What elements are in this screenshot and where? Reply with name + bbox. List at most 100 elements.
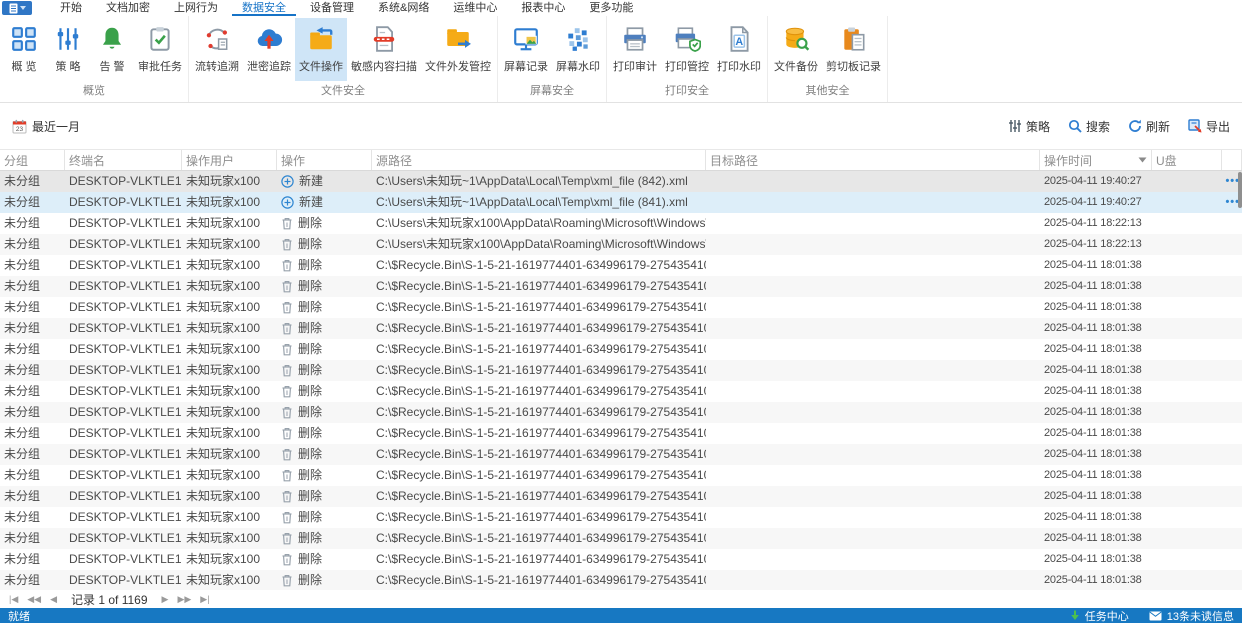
scrollbar-thumb[interactable]: [1238, 172, 1242, 208]
ribbon-item-file-ops[interactable]: 文件操作: [295, 18, 347, 81]
search-label: 搜索: [1085, 119, 1110, 134]
ribbon-item-content-scan[interactable]: 敏感内容扫描: [347, 18, 421, 81]
next-page-button[interactable]: ▶: [159, 590, 172, 608]
table-row[interactable]: 未分组 DESKTOP-VLKTLE1 未知玩家x100 删除 C:\$Recycle.…: [0, 465, 1242, 486]
table-row[interactable]: 未分组 DESKTOP-VLKTLE1 未知玩家x100 删除 C:\$Recycle.…: [0, 486, 1242, 507]
prev-page-button[interactable]: ◀: [47, 590, 60, 608]
column-header-0[interactable]: 分组: [0, 150, 65, 170]
tab-3[interactable]: 数据安全: [232, 0, 296, 16]
ribbon-item-approval-task[interactable]: 审批任务: [134, 18, 186, 81]
column-header-5[interactable]: 目标路径: [706, 150, 1040, 170]
tab-6[interactable]: 运维中心: [443, 0, 507, 16]
filter-bar: 23 最近一月 策略 搜索 刷新 导出: [0, 103, 1242, 149]
ribbon-item-alert[interactable]: 告 警: [90, 18, 134, 81]
table-row[interactable]: 未分组 DESKTOP-VLKTLE1 未知玩家x100 删除 C:\$Recycle.…: [0, 360, 1242, 381]
table-row[interactable]: 未分组 DESKTOP-VLKTLE1 未知玩家x100 删除 C:\$Recycle.…: [0, 381, 1242, 402]
tab-7[interactable]: 报表中心: [511, 0, 575, 16]
tab-4[interactable]: 设备管理: [300, 0, 364, 16]
cell-usb: [1152, 486, 1222, 507]
cell-target: [706, 381, 1040, 402]
table-row[interactable]: 未分组 DESKTOP-VLKTLE1 未知玩家x100 新建 C:\Users\未知玩…: [0, 171, 1242, 192]
fast-prev-button[interactable]: ◀◀: [24, 590, 44, 608]
table-row[interactable]: 未分组 DESKTOP-VLKTLE1 未知玩家x100 删除 C:\$Recycle.…: [0, 423, 1242, 444]
policy-filter-button[interactable]: 策略: [1008, 118, 1050, 135]
fast-next-button[interactable]: ▶▶: [174, 590, 194, 608]
tab-1[interactable]: 文档加密: [96, 0, 160, 16]
last-page-button[interactable]: ▶|: [197, 590, 212, 608]
cell-time: 2025-04-11 18:22:13: [1044, 238, 1142, 250]
ribbon-item-label: 屏幕记录: [504, 61, 548, 73]
table-row[interactable]: 未分组 DESKTOP-VLKTLE1 未知玩家x100 删除 C:\$Recycle.…: [0, 297, 1242, 318]
cell-usb: [1152, 339, 1222, 360]
new-plus-icon: [281, 196, 294, 209]
date-range-filter[interactable]: 23 最近一月: [12, 118, 80, 135]
app-menu-button[interactable]: [2, 1, 32, 15]
ribbon-item-print-control[interactable]: 打印管控: [661, 18, 713, 81]
ribbon-item-print-audit[interactable]: 打印审计: [609, 18, 661, 81]
column-header-3[interactable]: 操作: [277, 150, 372, 170]
table-row[interactable]: 未分组 DESKTOP-VLKTLE1 未知玩家x100 新建 C:\Users\未知玩…: [0, 192, 1242, 213]
ribbon-item-file-backup[interactable]: 文件备份: [770, 18, 822, 81]
ribbon-item-policy[interactable]: 策 略: [46, 18, 90, 81]
table-row[interactable]: 未分组 DESKTOP-VLKTLE1 未知玩家x100 删除 C:\$Recycle.…: [0, 444, 1242, 465]
table-row[interactable]: 未分组 DESKTOP-VLKTLE1 未知玩家x100 删除 C:\$Recycle.…: [0, 507, 1242, 528]
ribbon-item-file-send[interactable]: 文件外发管控: [421, 18, 495, 81]
cell-time: 2025-04-11 18:01:38: [1044, 553, 1142, 565]
cell-terminal: DESKTOP-VLKTLE1: [69, 531, 182, 545]
op-label: 新建: [299, 174, 324, 188]
cell-target: [706, 465, 1040, 486]
cell-terminal: DESKTOP-VLKTLE1: [69, 468, 182, 482]
table-row[interactable]: 未分组 DESKTOP-VLKTLE1 未知玩家x100 删除 C:\$Recycle.…: [0, 528, 1242, 549]
tab-5[interactable]: 系统&网络: [368, 0, 439, 16]
table-row[interactable]: 未分组 DESKTOP-VLKTLE1 未知玩家x100 删除 C:\$Recycle.…: [0, 549, 1242, 570]
cell-source: C:\Users\未知玩家x100\AppData\Roaming\Micros…: [376, 237, 706, 251]
column-header-1[interactable]: 终端名: [65, 150, 182, 170]
search-button[interactable]: 搜索: [1068, 118, 1110, 135]
table-row[interactable]: 未分组 DESKTOP-VLKTLE1 未知玩家x100 删除 C:\$Recycle.…: [0, 339, 1242, 360]
ribbon-item-screen-watermark[interactable]: 屏幕水印: [552, 18, 604, 81]
column-header-7[interactable]: U盘: [1152, 150, 1222, 170]
cell-user: 未知玩家x100: [186, 447, 261, 461]
cell-usb: [1152, 171, 1222, 192]
table-row[interactable]: 未分组 DESKTOP-VLKTLE1 未知玩家x100 删除 C:\Users\未知玩…: [0, 213, 1242, 234]
cell-usb: [1152, 549, 1222, 570]
alert-icon: [98, 22, 126, 56]
cell-group: 未分组: [4, 195, 41, 209]
column-header-2[interactable]: 操作用户: [182, 150, 277, 170]
table-row[interactable]: 未分组 DESKTOP-VLKTLE1 未知玩家x100 删除 C:\$Recycle.…: [0, 255, 1242, 276]
cell-target: [706, 276, 1040, 297]
tab-2[interactable]: 上网行为: [164, 0, 228, 16]
sort-caret-icon[interactable]: [1138, 157, 1147, 163]
delete-trash-icon: [281, 322, 293, 335]
column-header-4[interactable]: 源路径: [372, 150, 706, 170]
cell-user: 未知玩家x100: [186, 573, 261, 587]
task-center-button[interactable]: 任务中心: [1070, 608, 1129, 623]
first-page-button[interactable]: |◀: [6, 590, 21, 608]
column-header-6[interactable]: 操作时间: [1040, 150, 1152, 170]
table-row[interactable]: 未分组 DESKTOP-VLKTLE1 未知玩家x100 删除 C:\$Recycle.…: [0, 402, 1242, 423]
export-button[interactable]: 导出: [1188, 118, 1230, 135]
ribbon-item-flow-trace[interactable]: 流转追溯: [191, 18, 243, 81]
ribbon-item-leak-track[interactable]: 泄密追踪: [243, 18, 295, 81]
cell-target: [706, 507, 1040, 528]
table-row[interactable]: 未分组 DESKTOP-VLKTLE1 未知玩家x100 删除 C:\$Recycle.…: [0, 570, 1242, 590]
tab-8[interactable]: 更多功能: [579, 0, 643, 16]
column-header-8[interactable]: [1222, 150, 1242, 170]
cell-user: 未知玩家x100: [186, 510, 261, 524]
table-row[interactable]: 未分组 DESKTOP-VLKTLE1 未知玩家x100 删除 C:\Users\未知玩…: [0, 234, 1242, 255]
table-row[interactable]: 未分组 DESKTOP-VLKTLE1 未知玩家x100 删除 C:\$Recycle.…: [0, 318, 1242, 339]
ribbon-item-overview[interactable]: 概 览: [2, 18, 46, 81]
unread-messages-button[interactable]: 13条未读信息: [1149, 608, 1234, 623]
table-row[interactable]: 未分组 DESKTOP-VLKTLE1 未知玩家x100 删除 C:\$Recycle.…: [0, 276, 1242, 297]
cell-time: 2025-04-11 18:01:38: [1044, 427, 1142, 439]
sliders-icon: [1008, 119, 1022, 133]
delete-trash-icon: [281, 469, 293, 482]
ribbon-item-print-watermark[interactable]: A 打印水印: [713, 18, 765, 81]
cell-source: C:\$Recycle.Bin\S-1-5-21-1619774401-6349…: [376, 573, 706, 587]
refresh-button[interactable]: 刷新: [1128, 118, 1170, 135]
cell-group: 未分组: [4, 531, 41, 545]
ribbon-item-screen-record[interactable]: 屏幕记录: [500, 18, 552, 81]
vertical-scrollbar[interactable]: [1237, 171, 1242, 590]
tab-0[interactable]: 开始: [50, 0, 92, 16]
ribbon-item-clipboard-record[interactable]: 剪切板记录: [822, 18, 885, 81]
